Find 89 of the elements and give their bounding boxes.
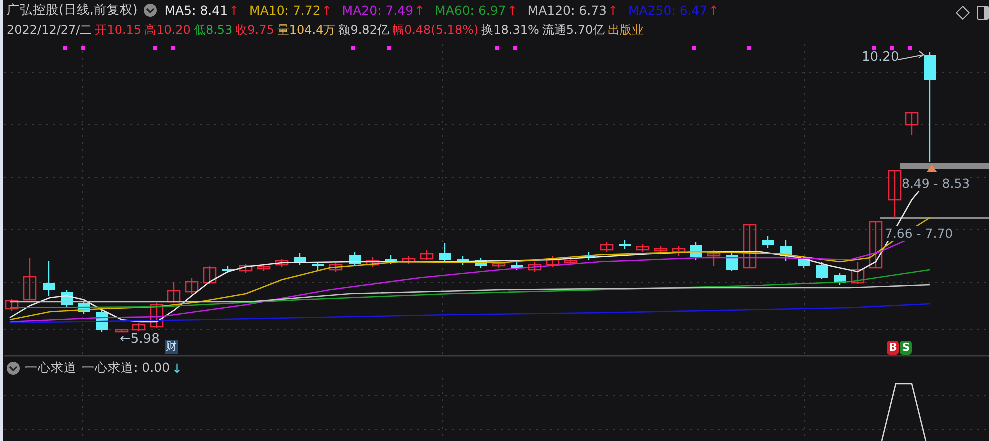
candlestick — [23, 258, 37, 301]
moving-average-value: MA5: 8.41 — [164, 3, 228, 18]
panel-toggle-icon[interactable] — [977, 6, 989, 20]
candlestick — [132, 323, 146, 331]
moving-average-value: MA120: 6.73 — [528, 3, 607, 18]
candlestick — [672, 246, 686, 256]
trade-signal-badge[interactable]: B — [887, 341, 900, 355]
candlestick — [636, 244, 650, 252]
quote-field: 收9.75 — [236, 22, 274, 39]
candlestick — [5, 299, 19, 311]
up-arrow-indicator: ↑ — [322, 3, 332, 18]
up-arrow-indicator: ↑ — [507, 3, 518, 18]
candlestick — [78, 301, 90, 314]
candlestick — [869, 221, 883, 269]
candlestick — [798, 256, 810, 268]
indicator-line — [881, 383, 927, 441]
candlestick — [583, 252, 595, 260]
candlestick — [654, 246, 668, 253]
chevron-down-icon[interactable] — [144, 4, 157, 17]
candlestick — [167, 282, 181, 303]
quote-field: 2022/12/27/二 — [7, 22, 92, 39]
stock-title: 广弘控股(日线,前复权) — [7, 2, 138, 19]
down-arrow-indicator: ↓ — [172, 361, 183, 376]
triangle-icon — [927, 165, 937, 172]
candlestick — [439, 243, 451, 262]
candlestick — [762, 236, 774, 248]
candlestick — [385, 255, 397, 264]
candlestick — [564, 258, 578, 265]
candlestick — [203, 266, 217, 284]
candlestick — [475, 258, 487, 268]
candlestick — [150, 303, 164, 328]
candlestick — [185, 278, 199, 294]
finance-event-badge[interactable]: 财 — [165, 340, 178, 354]
quote-field: 流通5.70亿 — [542, 22, 606, 39]
candlestick — [834, 273, 846, 285]
quote-field: 低8.53 — [194, 22, 233, 39]
moving-average-value: MA10: 7.72 — [250, 3, 321, 18]
candlestick — [457, 256, 469, 265]
candlestick — [528, 262, 542, 272]
trade-signal-badge[interactable]: S — [900, 341, 912, 355]
candlestick — [816, 262, 828, 279]
indicator-name: 一心求道 — [25, 360, 77, 377]
candlestick — [726, 253, 738, 271]
quote-field: 量104.4万 — [277, 22, 336, 39]
indicator-value: 一心求道: 0.00 — [82, 360, 170, 377]
candlestick — [780, 240, 792, 261]
candlestick — [43, 261, 55, 296]
candlestick — [546, 256, 560, 267]
candlestick — [690, 242, 702, 260]
up-arrow-indicator: ↑ — [229, 3, 240, 18]
candlestick — [329, 263, 343, 272]
quote-field: 出版业 — [608, 22, 644, 39]
candlestick — [888, 170, 902, 218]
moving-average-value: MA20: 7.49 — [342, 3, 414, 18]
candlestick — [115, 329, 129, 333]
candlestick — [402, 256, 416, 264]
quote-field: 额9.82亿 — [338, 22, 390, 39]
candlestick — [294, 253, 306, 265]
candlestick — [851, 262, 865, 284]
candlestick — [511, 262, 523, 270]
candlestick — [492, 262, 506, 268]
high-price-label: 10.20 — [862, 50, 900, 65]
gap-range-label: 7.66 - 7.70 — [885, 226, 954, 241]
gap-range-label: 8.49 - 8.53 — [902, 176, 970, 191]
quote-field: 高10.20 — [144, 22, 191, 39]
candlestick — [275, 259, 289, 267]
quote-field: 开10.15 — [95, 22, 142, 39]
chevron-down-icon[interactable] — [7, 362, 20, 375]
candlestick — [222, 266, 234, 273]
candlestick — [600, 242, 614, 252]
candlestick — [239, 264, 253, 273]
up-arrow-indicator: ↑ — [414, 3, 426, 18]
moving-average-value: MA250: 6.47 — [628, 3, 708, 18]
candlestick — [905, 112, 919, 135]
candlestick — [366, 257, 380, 267]
low-price-label: ←5.98 — [120, 333, 160, 347]
candlestick — [257, 264, 271, 271]
up-arrow-indicator: ↑ — [608, 3, 618, 18]
moving-average-value: MA60: 6.97 — [435, 3, 506, 18]
candlestick — [312, 262, 324, 270]
candlestick — [743, 224, 757, 269]
up-arrow-indicator: ↑ — [708, 3, 720, 18]
arrow-icon — [898, 50, 925, 60]
quote-field: 幅0.48(5.18%) — [392, 22, 479, 39]
candlestick — [349, 252, 361, 265]
quote-field: 换18.31% — [482, 22, 540, 39]
candlestick — [420, 250, 434, 260]
candlestick — [707, 250, 721, 266]
candlestick — [619, 240, 631, 249]
